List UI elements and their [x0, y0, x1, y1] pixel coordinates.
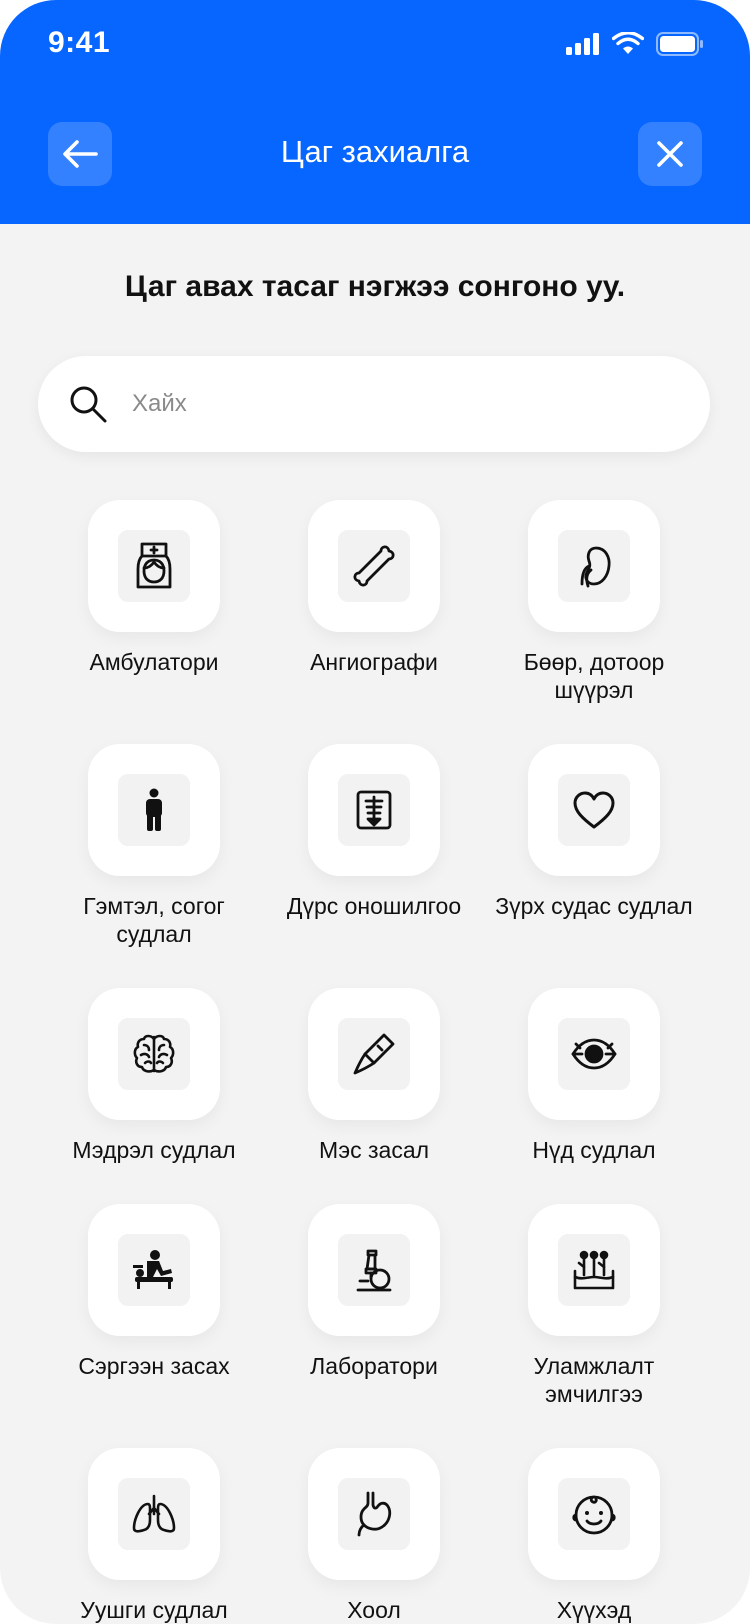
category-icon-box [118, 1234, 190, 1306]
category-item[interactable]: Мэс засал [264, 988, 484, 1164]
category-icon-box [558, 1018, 630, 1090]
category-icon-box [338, 1478, 410, 1550]
category-tile[interactable] [308, 988, 440, 1120]
category-tile[interactable] [88, 1448, 220, 1580]
category-label: Сэргээн засах [78, 1353, 230, 1379]
category-icon-box [558, 1234, 630, 1306]
heart-icon [572, 790, 616, 830]
category-label: Уушги судлал [80, 1597, 228, 1623]
xray-icon [355, 789, 393, 831]
category-icon-box [338, 1234, 410, 1306]
category-tile[interactable] [528, 500, 660, 632]
stomach-icon [354, 1491, 394, 1537]
category-label: Хоол [347, 1597, 401, 1623]
category-item[interactable]: Уушги судлал [44, 1448, 264, 1624]
category-label: Мэс засал [318, 1137, 430, 1163]
category-icon-box [558, 774, 630, 846]
category-icon-box [118, 1478, 190, 1550]
category-label: Уламжлалт эмчилгээ [533, 1353, 655, 1407]
category-icon-box [558, 530, 630, 602]
microscope-icon [354, 1247, 394, 1293]
category-item[interactable]: Ангиографи [264, 500, 484, 676]
category-item[interactable]: Мэдрэл судлал [44, 988, 264, 1164]
category-icon-box [338, 774, 410, 846]
category-item[interactable]: Уламжлалт эмчилгээ [484, 1204, 704, 1408]
kidney-icon [574, 544, 614, 588]
category-label: Лаборатори [310, 1353, 438, 1379]
category-item[interactable]: Хүүхэд [484, 1448, 704, 1624]
category-item[interactable]: Гэмтэл, согог судлал [44, 744, 264, 948]
category-icon-box [338, 530, 410, 602]
category-tile[interactable] [528, 1204, 660, 1336]
category-tile[interactable] [88, 988, 220, 1120]
category-item[interactable]: Дүрс оношилгоо [264, 744, 484, 920]
category-item[interactable]: Нүд судлал [484, 988, 704, 1164]
category-label: Зүрх судас судлал [495, 893, 693, 919]
category-label: Хүүхэд [556, 1597, 632, 1623]
person-icon [142, 788, 166, 832]
category-label: Гэмтэл, согог судлал [83, 893, 225, 947]
category-label: Амбулатори [89, 649, 219, 675]
category-item[interactable]: Хоол [264, 1448, 484, 1624]
category-tile[interactable] [88, 1204, 220, 1336]
category-label: Ангиографи [310, 649, 438, 675]
category-tile[interactable] [308, 744, 440, 876]
category-item[interactable]: Сэргээн засах [44, 1204, 264, 1380]
category-label: Бөөр, дотоор шүүрэл [523, 649, 665, 703]
category-icon-box [118, 1018, 190, 1090]
category-grid: Амбулатори Ангиографи Бөөр, дотоор шүүрэ… [0, 0, 750, 1624]
category-icon-box [338, 1018, 410, 1090]
acupuncture-icon [572, 1249, 616, 1291]
category-label: Мэдрэл судлал [72, 1137, 236, 1163]
baby-icon [572, 1492, 616, 1536]
category-item[interactable]: Зүрх судас судлал [484, 744, 704, 920]
category-tile[interactable] [308, 1204, 440, 1336]
category-icon-box [118, 530, 190, 602]
category-icon-box [558, 1478, 630, 1550]
app-screen: 9:41 Цаг захиалга Цаг авах тасаг нэгжээ … [0, 0, 750, 1624]
category-item[interactable]: Бөөр, дотоор шүүрэл [484, 500, 704, 704]
lungs-icon [130, 1494, 178, 1534]
category-tile[interactable] [528, 988, 660, 1120]
category-tile[interactable] [88, 744, 220, 876]
category-tile[interactable] [88, 500, 220, 632]
category-tile[interactable] [528, 744, 660, 876]
category-tile[interactable] [308, 1448, 440, 1580]
brain-icon [132, 1033, 176, 1075]
scalpel-icon [352, 1032, 396, 1076]
category-item[interactable]: Лаборатори [264, 1204, 484, 1380]
category-icon-box [118, 774, 190, 846]
category-tile[interactable] [528, 1448, 660, 1580]
bone-icon [351, 543, 397, 589]
eye-icon [570, 1036, 618, 1072]
category-label: Дүрс оношилгоо [286, 893, 462, 919]
category-label: Нүд судлал [532, 1137, 656, 1163]
category-item[interactable]: Амбулатори [44, 500, 264, 676]
massage-icon [131, 1249, 177, 1291]
category-tile[interactable] [308, 500, 440, 632]
nurse-icon [132, 541, 176, 591]
